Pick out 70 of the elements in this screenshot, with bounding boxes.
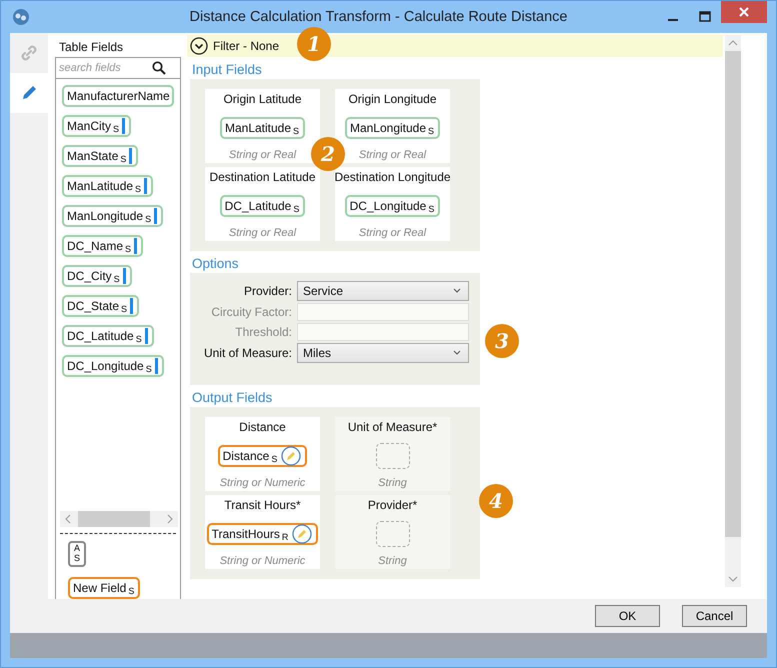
slot-label: Provider* (368, 498, 418, 512)
callout-badge: 3 (485, 324, 519, 358)
field-chip[interactable]: ManufacturerName (62, 85, 174, 107)
section-title: Options (191, 255, 240, 273)
field-chip[interactable]: ManLatitude $_{S}$ (62, 175, 154, 197)
maximize-icon[interactable] (699, 11, 711, 23)
drop-slot[interactable] (376, 442, 410, 468)
close-icon[interactable] (739, 7, 749, 17)
field-chip[interactable]: DC_Longitude $_{S}$ (344, 194, 440, 216)
field-chip[interactable]: TransitHours $_{R}$ (206, 522, 318, 544)
slot-label: Distance (239, 420, 286, 434)
type-hint: String or Real (228, 227, 296, 239)
window-title: Distance Calculation Transform - Calculate Route Distance (188, 9, 568, 25)
vertical-scrollbar[interactable] (725, 35, 741, 587)
text-field[interactable] (297, 303, 469, 321)
type-hint: String or Real (358, 149, 426, 161)
field-chip[interactable]: Distance $_{S}$ (218, 444, 308, 466)
chevron-left-icon[interactable] (64, 514, 72, 524)
field-chip[interactable]: DC_State $_{S}$ (62, 295, 140, 317)
slot-label: Origin Longitude (348, 92, 437, 106)
panel-title: Table Fields (58, 39, 124, 56)
type-chip[interactable]: A S (68, 541, 86, 567)
field-chip[interactable]: DC_Latitude $_{S}$ (220, 194, 306, 216)
pencil-icon[interactable] (292, 524, 312, 544)
text-field[interactable] (297, 323, 469, 341)
slot-label: Unit of Measure* (348, 420, 438, 434)
slot-label: Destination Latitude (209, 170, 316, 184)
type-hint: String (378, 477, 407, 489)
type-hint: String or Numeric (220, 555, 306, 567)
section-title: Output Fields (191, 389, 274, 407)
callout-badge: 1 (297, 27, 331, 61)
type-hint: String or Real (358, 227, 426, 239)
link-icon[interactable] (19, 43, 39, 63)
section-title: Input Fields (191, 61, 263, 79)
slot-label: Origin Latitude (223, 92, 302, 106)
type-hint: String (378, 555, 407, 567)
slot-label: Transit Hours* (224, 498, 301, 512)
dropdown[interactable]: Miles (297, 343, 469, 363)
field-chip[interactable]: DC_Name $_{S}$ (62, 235, 144, 257)
option-label: Unit of Measure: (202, 346, 292, 360)
close-button[interactable] (721, 1, 767, 23)
option-label: Circuity Factor: (210, 305, 292, 319)
app-icon (12, 8, 30, 26)
option-label: Threshold: (234, 325, 292, 339)
field-chip[interactable]: ManState $_{S}$ (62, 145, 138, 167)
dropdown[interactable]: Service (297, 281, 469, 301)
option-label: Provider: (242, 284, 292, 298)
field-chip[interactable]: ManLongitude $_{S}$ (344, 116, 440, 138)
field-chip[interactable]: DC_City $_{S}$ (62, 265, 132, 287)
drop-slot[interactable] (376, 520, 410, 546)
chevron-down-icon[interactable] (453, 350, 461, 356)
pencil-icon[interactable] (281, 446, 302, 466)
search-icon[interactable] (152, 61, 166, 75)
type-hint: String or Numeric (220, 477, 306, 489)
chevron-up-icon[interactable] (728, 39, 738, 47)
horizontal-scrollbar[interactable] (60, 511, 178, 527)
new-field-chip[interactable]: New Field $_{S}$ (68, 577, 140, 599)
chevron-right-icon[interactable] (166, 514, 174, 524)
dialog-button[interactable]: OK (595, 605, 660, 627)
field-chip[interactable]: DC_Latitude $_{S}$ (62, 325, 154, 347)
field-chip[interactable]: ManCity $_{S}$ (62, 115, 132, 137)
type-hint: String or Real (228, 149, 296, 161)
field-chip[interactable]: ManLongitude $_{S}$ (62, 205, 164, 227)
slot-label: Destination Longitude (334, 170, 451, 184)
callout-badge: 4 (479, 484, 513, 518)
field-chip[interactable]: ManLatitude $_{S}$ (220, 116, 306, 138)
side-tab[interactable] (10, 73, 48, 113)
field-chip[interactable]: DC_Longitude $_{S}$ (62, 355, 164, 377)
dialog-button[interactable]: Cancel (682, 605, 747, 627)
chevron-down-icon[interactable] (453, 288, 461, 294)
